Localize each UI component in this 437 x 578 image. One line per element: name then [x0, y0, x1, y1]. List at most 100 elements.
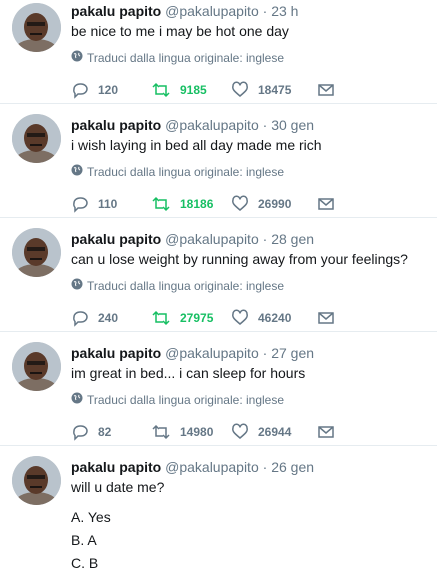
retweet-count: 14980	[180, 425, 214, 439]
tweet-header: pakalu papito @pakalupapito · 23 h	[71, 2, 429, 20]
reply-count: 240	[98, 311, 119, 325]
tweet[interactable]: pakalu papito @pakalupapito · 23 h be ni…	[0, 0, 437, 104]
tweet-content: pakalu papito @pakalupapito · 26 gen wil…	[71, 456, 429, 575]
author-name[interactable]: pakalu papito	[71, 117, 161, 133]
retweet-button[interactable]: 14980	[151, 423, 231, 441]
like-button[interactable]: 18475	[231, 81, 317, 99]
separator-dot: ·	[262, 345, 268, 361]
like-icon	[231, 81, 249, 99]
translate-label: Traduci dalla lingua originale: inglese	[87, 51, 285, 65]
translate-label: Traduci dalla lingua originale: inglese	[87, 165, 285, 179]
dm-button[interactable]	[317, 309, 335, 327]
envelope-icon	[317, 423, 335, 441]
author-name[interactable]: pakalu papito	[71, 3, 161, 19]
envelope-icon	[317, 195, 335, 213]
tweet-actions: 110 18186 26990	[71, 194, 429, 214]
like-count: 18475	[258, 83, 292, 97]
tweet-header: pakalu papito @pakalupapito · 30 gen	[71, 116, 429, 134]
tweet-feed: pakalu papito @pakalupapito · 23 h be ni…	[0, 0, 437, 578]
tweet-header: pakalu papito @pakalupapito · 26 gen	[71, 458, 429, 476]
globe-icon	[71, 392, 83, 408]
tweet-time[interactable]: 23 h	[271, 3, 298, 19]
tweet-time[interactable]: 26 gen	[271, 459, 314, 475]
author-handle[interactable]: @pakalupapito	[165, 117, 259, 133]
envelope-icon	[317, 81, 335, 99]
avatar[interactable]	[12, 342, 61, 391]
separator-dot: ·	[262, 3, 268, 19]
tweet-actions: 82 14980 26944	[71, 422, 429, 442]
translate-link[interactable]: Traduci dalla lingua originale: inglese	[71, 50, 429, 66]
tweet-text: will u date me?	[71, 479, 165, 495]
retweet-count: 18186	[180, 197, 214, 211]
tweet[interactable]: pakalu papito @pakalupapito · 27 gen im …	[0, 332, 437, 446]
author-handle[interactable]: @pakalupapito	[165, 459, 259, 475]
tweet-actions: 240 27975 46240	[71, 308, 429, 328]
like-count: 26990	[258, 197, 292, 211]
like-icon	[231, 423, 249, 441]
tweet[interactable]: pakalu papito @pakalupapito · 30 gen i w…	[0, 104, 437, 218]
author-handle[interactable]: @pakalupapito	[165, 231, 259, 247]
translate-label: Traduci dalla lingua originale: inglese	[87, 279, 285, 293]
tweet-actions: 120 9185 18475	[71, 80, 429, 100]
tweet-content: pakalu papito @pakalupapito · 23 h be ni…	[71, 0, 429, 100]
like-button[interactable]: 26944	[231, 423, 317, 441]
avatar[interactable]	[12, 3, 61, 52]
separator-dot: ·	[262, 459, 268, 475]
tweet-header: pakalu papito @pakalupapito · 27 gen	[71, 344, 429, 362]
translate-label: Traduci dalla lingua originale: inglese	[87, 393, 285, 407]
globe-icon	[71, 164, 83, 180]
retweet-button[interactable]: 27975	[151, 309, 231, 327]
reply-icon	[71, 423, 89, 441]
poll-option: A. Yes	[71, 509, 111, 525]
avatar[interactable]	[12, 228, 61, 277]
author-name[interactable]: pakalu papito	[71, 231, 161, 247]
retweet-count: 27975	[180, 311, 214, 325]
author-name[interactable]: pakalu papito	[71, 345, 161, 361]
author-handle[interactable]: @pakalupapito	[165, 3, 259, 19]
globe-icon	[71, 50, 83, 66]
tweet-content: pakalu papito @pakalupapito · 30 gen i w…	[71, 114, 429, 214]
like-button[interactable]: 46240	[231, 309, 317, 327]
author-handle[interactable]: @pakalupapito	[165, 345, 259, 361]
dm-button[interactable]	[317, 195, 335, 213]
tweet[interactable]: pakalu papito @pakalupapito · 26 gen wil…	[0, 446, 437, 578]
tweet-text: be nice to me i may be hot one day	[71, 23, 289, 39]
avatar[interactable]	[12, 456, 61, 505]
globe-icon	[71, 278, 83, 294]
dm-button[interactable]	[317, 81, 335, 99]
retweet-button[interactable]: 9185	[151, 81, 231, 99]
reply-icon	[71, 195, 89, 213]
reply-button[interactable]: 240	[71, 309, 151, 327]
tweet-time[interactable]: 28 gen	[271, 231, 314, 247]
reply-button[interactable]: 110	[71, 195, 151, 213]
tweet-time[interactable]: 30 gen	[271, 117, 314, 133]
tweet-text: i wish laying in bed all day made me ric…	[71, 137, 322, 153]
like-icon	[231, 309, 249, 327]
tweet-text: can u lose weight by running away from y…	[71, 251, 408, 267]
separator-dot: ·	[262, 117, 268, 133]
retweet-icon	[151, 81, 171, 99]
avatar[interactable]	[12, 114, 61, 163]
reply-count: 110	[98, 197, 118, 211]
reply-count: 120	[98, 83, 119, 97]
dm-button[interactable]	[317, 423, 335, 441]
tweet-header: pakalu papito @pakalupapito · 28 gen	[71, 230, 429, 248]
like-button[interactable]: 26990	[231, 195, 317, 213]
tweet-time[interactable]: 27 gen	[271, 345, 314, 361]
retweet-count: 9185	[180, 83, 207, 97]
translate-link[interactable]: Traduci dalla lingua originale: inglese	[71, 278, 429, 294]
tweet-text: im great in bed... i can sleep for hours	[71, 365, 306, 381]
translate-link[interactable]: Traduci dalla lingua originale: inglese	[71, 164, 429, 180]
author-name[interactable]: pakalu papito	[71, 459, 161, 475]
reply-icon	[71, 81, 89, 99]
tweet-content: pakalu papito @pakalupapito · 28 gen can…	[71, 228, 429, 328]
retweet-icon	[151, 195, 171, 213]
reply-button[interactable]: 120	[71, 81, 151, 99]
reply-button[interactable]: 82	[71, 423, 151, 441]
separator-dot: ·	[262, 231, 268, 247]
tweet[interactable]: pakalu papito @pakalupapito · 28 gen can…	[0, 218, 437, 332]
translate-link[interactable]: Traduci dalla lingua originale: inglese	[71, 392, 429, 408]
tweet-content: pakalu papito @pakalupapito · 27 gen im …	[71, 342, 429, 442]
retweet-button[interactable]: 18186	[151, 195, 231, 213]
poll-option: C. B	[71, 555, 99, 571]
